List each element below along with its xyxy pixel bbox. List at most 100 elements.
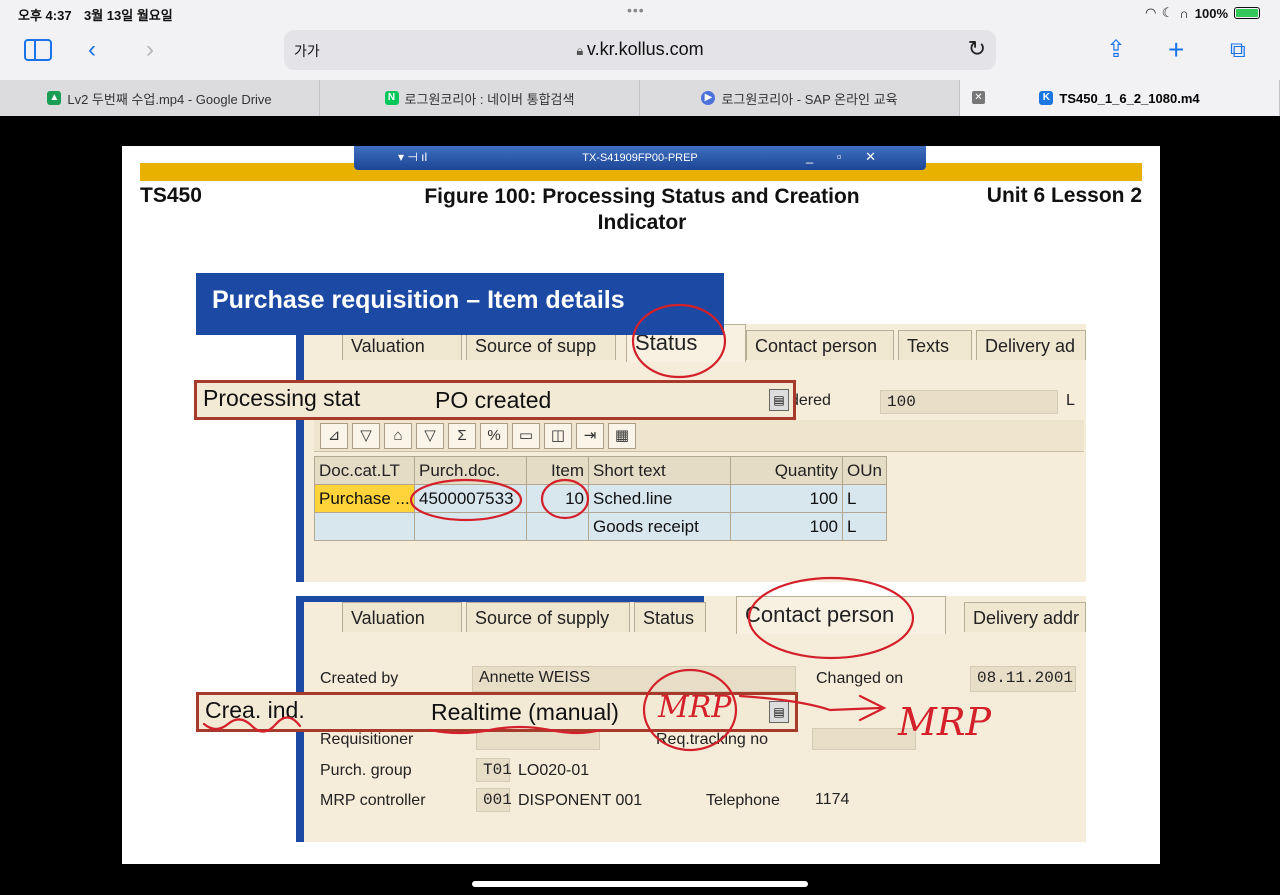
tab-contact-person[interactable]: Contact person [736, 596, 946, 634]
status-date: 3월 13일 월요일 [84, 8, 173, 23]
cell-purch-doc[interactable] [414, 512, 527, 541]
cell-quantity[interactable]: 100 [730, 512, 843, 541]
table-row[interactable]: Purchase ... 4500007533 10 Sched.line 10… [314, 484, 887, 513]
headphones-icon: ∩ [1179, 5, 1189, 21]
purch-group-label: Purch. group [320, 762, 412, 779]
cell-doc-cat[interactable]: Purchase ... [314, 484, 415, 513]
ordered-label: dered [790, 392, 831, 409]
mrp-annotation-left: MRP [658, 690, 732, 725]
tab-delivery-address[interactable]: Delivery ad [976, 330, 1086, 360]
filter-icon[interactable]: ▽ [352, 423, 380, 449]
telephone-value[interactable]: 1174 [808, 788, 918, 812]
cell-oun[interactable]: L [842, 512, 887, 541]
print-icon[interactable]: ▭ [512, 423, 540, 449]
tab-sap-course[interactable]: ▶ 로그원코리아 - SAP 온라인 교육 [640, 80, 960, 116]
processing-status-value[interactable]: PO created [435, 387, 551, 414]
views-icon[interactable]: ◫ [544, 423, 572, 449]
new-tab-icon[interactable]: + [1168, 36, 1184, 64]
processing-status-label: Processing stat [203, 385, 361, 411]
tab-source-of-supply[interactable]: Source of supply [466, 602, 630, 632]
cell-doc-cat[interactable] [314, 512, 415, 541]
table-row[interactable]: Goods receipt 100 L [314, 512, 887, 541]
creation-indicator-value[interactable]: Realtime (manual) [431, 699, 619, 726]
dropdown-icon[interactable]: ▤ [769, 389, 789, 411]
creation-indicator-label: Crea. ind. [205, 697, 305, 723]
panel2-blue-top [304, 596, 704, 602]
mrp-controller-label: MRP controller [320, 792, 426, 809]
subtotal-icon[interactable]: % [480, 423, 508, 449]
home-indicator[interactable] [472, 881, 808, 887]
tab-naver-search[interactable]: N 로그원코리아 : 네이버 통합검색 [320, 80, 640, 116]
sum-icon[interactable]: Σ [448, 423, 476, 449]
ipad-status-bar: 오후 4:37 3월 13일 월요일 ••• ◠ ☾ ∩ 100% [0, 0, 1280, 26]
col-item[interactable]: Item [526, 456, 589, 485]
cell-item[interactable] [526, 512, 589, 541]
tab-valuation[interactable]: Valuation [342, 602, 462, 632]
cell-quantity[interactable]: 100 [730, 484, 843, 513]
window-controls-icon: _ ▫ ✕ [806, 149, 886, 164]
wifi-icon: ◠ [1145, 5, 1156, 20]
detail-icon[interactable]: ⊿ [320, 423, 348, 449]
cell-oun[interactable]: L [842, 484, 887, 513]
alv-toolbar: ⊿ ▽ ⌂ ▽ Σ % ▭ ◫ ⇥ ▦ [314, 420, 1084, 452]
sap-panel-status: Valuation Source of supp Status Contact … [296, 324, 1086, 582]
multitask-dots-icon[interactable]: ••• [627, 2, 645, 18]
back-icon[interactable]: ‹ [88, 36, 96, 64]
naver-icon: N [384, 91, 399, 105]
requisitioner-label: Requisitioner [320, 731, 414, 748]
tab-texts[interactable]: Texts [898, 330, 972, 360]
cell-short-text[interactable]: Sched.line [588, 484, 731, 513]
sidebar-toggle-icon[interactable] [24, 39, 52, 61]
col-short-text[interactable]: Short text [588, 456, 731, 485]
browser-toolbar: ‹ › 가가 🔒︎ v.kr.kollus.com ↻ ⇪ + ⧉ [0, 26, 1280, 80]
tab-label: 로그원코리아 : 네이버 통합검색 [404, 91, 575, 107]
tab-delivery-address[interactable]: Delivery addr [964, 602, 1086, 632]
cell-purch-doc[interactable]: 4500007533 [414, 484, 527, 513]
cell-item[interactable]: 10 [526, 484, 589, 513]
changed-on-value[interactable]: 08.11.2001 [970, 666, 1076, 692]
mrp-annotation-right: MRP [898, 700, 992, 744]
citrix-window-bar: ▾ ⊣ ıl TX-S41909FP00-PREP _ ▫ ✕ [354, 146, 926, 170]
moon-icon: ☾ [1161, 5, 1174, 20]
play-icon: ▶ [701, 91, 716, 105]
google-drive-icon: ▲ [47, 91, 62, 105]
address-bar[interactable]: 가가 🔒︎ v.kr.kollus.com ↻ [284, 30, 996, 70]
tab-label: 로그원코리아 - SAP 온라인 교육 [721, 91, 898, 107]
tab-status[interactable]: Status [634, 602, 706, 632]
processing-status-field: Processing stat PO created ▤ [194, 380, 796, 420]
col-doc-cat[interactable]: Doc.cat.LT [314, 456, 415, 485]
forward-icon[interactable]: › [146, 36, 154, 64]
tab-google-drive[interactable]: ▲ Lv2 두번째 수업.mp4 - Google Drive [0, 80, 320, 116]
course-code: TS450 [140, 184, 202, 207]
col-quantity[interactable]: Quantity [730, 456, 843, 485]
tab-contact-person[interactable]: Contact person [746, 330, 894, 360]
created-by-value[interactable]: Annette WEISS [472, 666, 796, 692]
battery-icon [1234, 7, 1260, 19]
telephone-label: Telephone [706, 792, 780, 809]
dropdown-icon[interactable]: ▤ [769, 701, 789, 723]
col-purch-doc[interactable]: Purch.doc. [414, 456, 527, 485]
set-filter-icon[interactable]: ▽ [416, 423, 444, 449]
cell-short-text[interactable]: Goods receipt [588, 512, 731, 541]
purch-group-code[interactable]: T01 [476, 758, 512, 782]
status-time: 오후 4:37 [18, 8, 72, 23]
status-right: ◠ ☾ ∩ 100% [1146, 5, 1260, 21]
video-slide: ▾ ⊣ ıl TX-S41909FP00-PREP _ ▫ ✕ TS450 Fi… [122, 146, 1160, 864]
layout-icon[interactable]: ▦ [608, 423, 636, 449]
mrp-controller-code[interactable]: 001 [476, 788, 512, 812]
figure-title-line1: Figure 100: Processing Status and Creati… [424, 185, 860, 208]
find-icon[interactable]: ⌂ [384, 423, 412, 449]
screen-title: Purchase requisition – Item details [196, 273, 724, 335]
tabs-overview-icon[interactable]: ⧉ [1230, 36, 1246, 64]
battery-percent: 100% [1194, 5, 1228, 21]
ordered-unit: L [1066, 392, 1075, 409]
export-icon[interactable]: ⇥ [576, 423, 604, 449]
ordered-value[interactable]: 100 [880, 390, 1058, 414]
close-tab-icon[interactable]: ✕ [972, 91, 985, 104]
panel1-blue-edge [296, 324, 304, 582]
tab-kollus-video[interactable]: ✕ K TS450_1_6_2_1080.m4 [960, 80, 1280, 116]
col-oun[interactable]: OUn [842, 456, 887, 485]
reload-icon[interactable]: ↻ [968, 36, 986, 62]
share-icon[interactable]: ⇪ [1106, 36, 1126, 64]
changed-on-label: Changed on [816, 670, 904, 687]
